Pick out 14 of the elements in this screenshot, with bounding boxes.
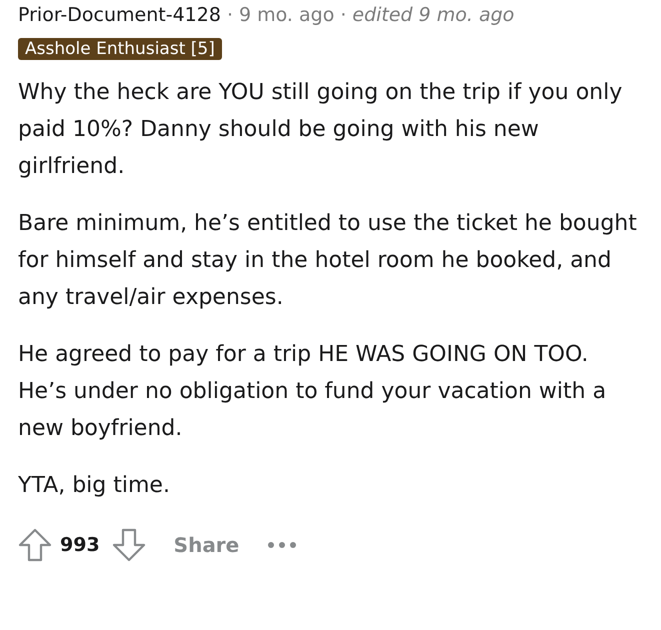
- comment-paragraph: He agreed to pay for a trip HE WAS GOING ON TOO. He’s under no obligation to fund your vacation with a new boyfriend.: [18, 341, 608, 443]
- separator-dot: ·: [226, 4, 233, 26]
- user-flair: Asshole Enthusiast [5]: [18, 38, 222, 60]
- more-options-icon[interactable]: [267, 541, 298, 549]
- comment-paragraph: Bare minimum, he’s entitled to use the ticket he bought for himself and stay in the hotel room he booked, and any travel/air expenses.: [18, 210, 638, 312]
- comment-paragraph: YTA, big time.: [18, 472, 171, 500]
- upvote-icon[interactable]: [18, 528, 52, 562]
- edited-label: edited 9 mo. ago: [352, 4, 514, 26]
- downvote-icon[interactable]: [112, 528, 146, 562]
- timestamp: 9 mo. ago: [238, 4, 334, 26]
- separator-dot: ·: [340, 4, 346, 26]
- author-name[interactable]: Prior-Document-4128: [18, 4, 221, 26]
- vote-count: 993: [60, 534, 100, 556]
- comment-paragraph: Why the heck are YOU still going on the trip if you only paid 10%? Danny should be going with his new girlfriend.: [18, 79, 624, 181]
